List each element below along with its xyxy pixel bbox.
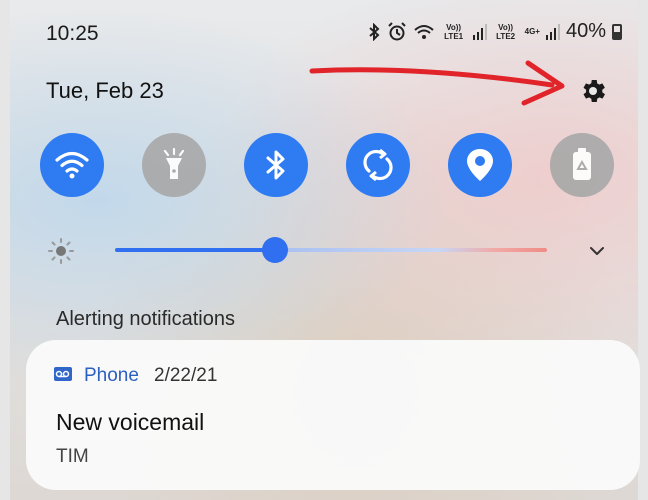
brightness-track: [115, 248, 547, 252]
sim1-label: Vo)) LTE1: [444, 22, 464, 41]
voicemail-app-icon: [54, 367, 72, 381]
battery-icon: [612, 23, 622, 40]
auto-rotate-icon: [363, 148, 393, 182]
sim2-label: Vo)) LTE2: [496, 22, 516, 41]
notification-title: New voicemail: [56, 409, 205, 435]
notification-app-name: Phone: [84, 365, 139, 386]
section-title: Alerting notifications: [56, 308, 235, 330]
status-time: 10:25: [46, 22, 99, 45]
notification-subtitle: TIM: [56, 446, 89, 467]
alarm-icon: [387, 21, 406, 40]
location-icon: [467, 149, 493, 181]
brightness-thumb[interactable]: [261, 237, 288, 263]
date-label: Tue, Feb 23: [46, 78, 164, 103]
status-icons: Vo)) LTE1 Vo)) LTE2 4G+ 40%: [367, 20, 622, 43]
network-label: 4G+: [524, 27, 540, 36]
battery-percent: 40%: [565, 20, 606, 42]
flashlight-icon: [163, 148, 185, 179]
wifi-status-icon: [413, 24, 434, 39]
wifi-icon: [55, 151, 89, 179]
annotation-arrow: [309, 60, 565, 106]
location-tile[interactable]: [448, 133, 512, 197]
signal-icon: [472, 23, 487, 40]
notification-card[interactable]: Phone 2/22/21 New voicemail TIM: [26, 340, 640, 490]
auto-rotate-tile[interactable]: [346, 133, 410, 197]
notification-date: 2/22/21: [154, 365, 218, 386]
signal-icon: [545, 23, 560, 40]
wifi-tile[interactable]: [40, 133, 104, 197]
brightness-slider[interactable]: [115, 237, 547, 263]
bluetooth-status-icon: [368, 22, 380, 41]
bluetooth-icon: [266, 150, 285, 180]
power-saving-icon: [573, 148, 591, 180]
chevron-down-icon[interactable]: [586, 240, 608, 262]
flashlight-tile[interactable]: [142, 133, 206, 197]
gear-icon[interactable]: [578, 76, 608, 106]
bluetooth-tile[interactable]: [244, 133, 308, 197]
power-saving-tile[interactable]: [550, 133, 614, 197]
brightness-icon: [48, 238, 74, 264]
